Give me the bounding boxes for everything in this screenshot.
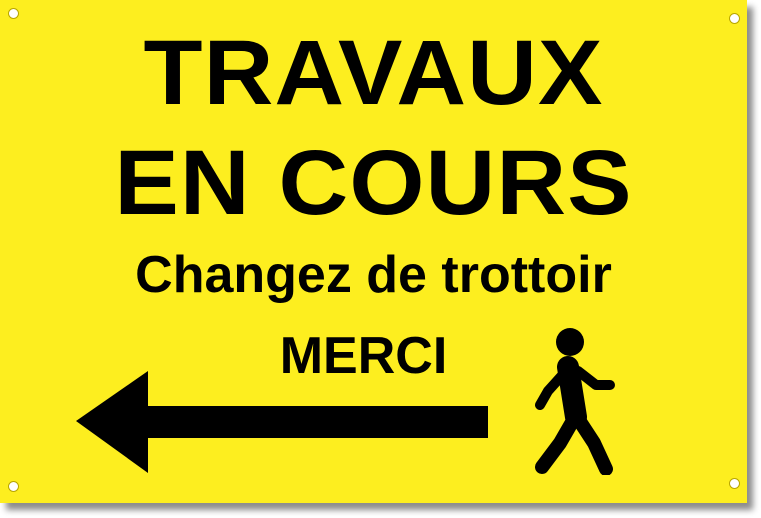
arrow-left-icon: [76, 371, 488, 473]
sign-instruction: Changez de trottoir: [135, 246, 612, 304]
sign-title-line-2: EN COURS: [114, 132, 633, 234]
pedestrian-icon: [535, 328, 615, 475]
warning-sign-panel: TRAVAUX EN COURS Changez de trottoir MER…: [0, 0, 747, 503]
grommet-bottom-left: [8, 481, 19, 492]
grommet-top-left: [8, 8, 19, 19]
grommet-top-right: [729, 13, 740, 24]
sign-title-line-1: TRAVAUX: [143, 22, 604, 124]
grommet-bottom-right: [729, 478, 740, 489]
